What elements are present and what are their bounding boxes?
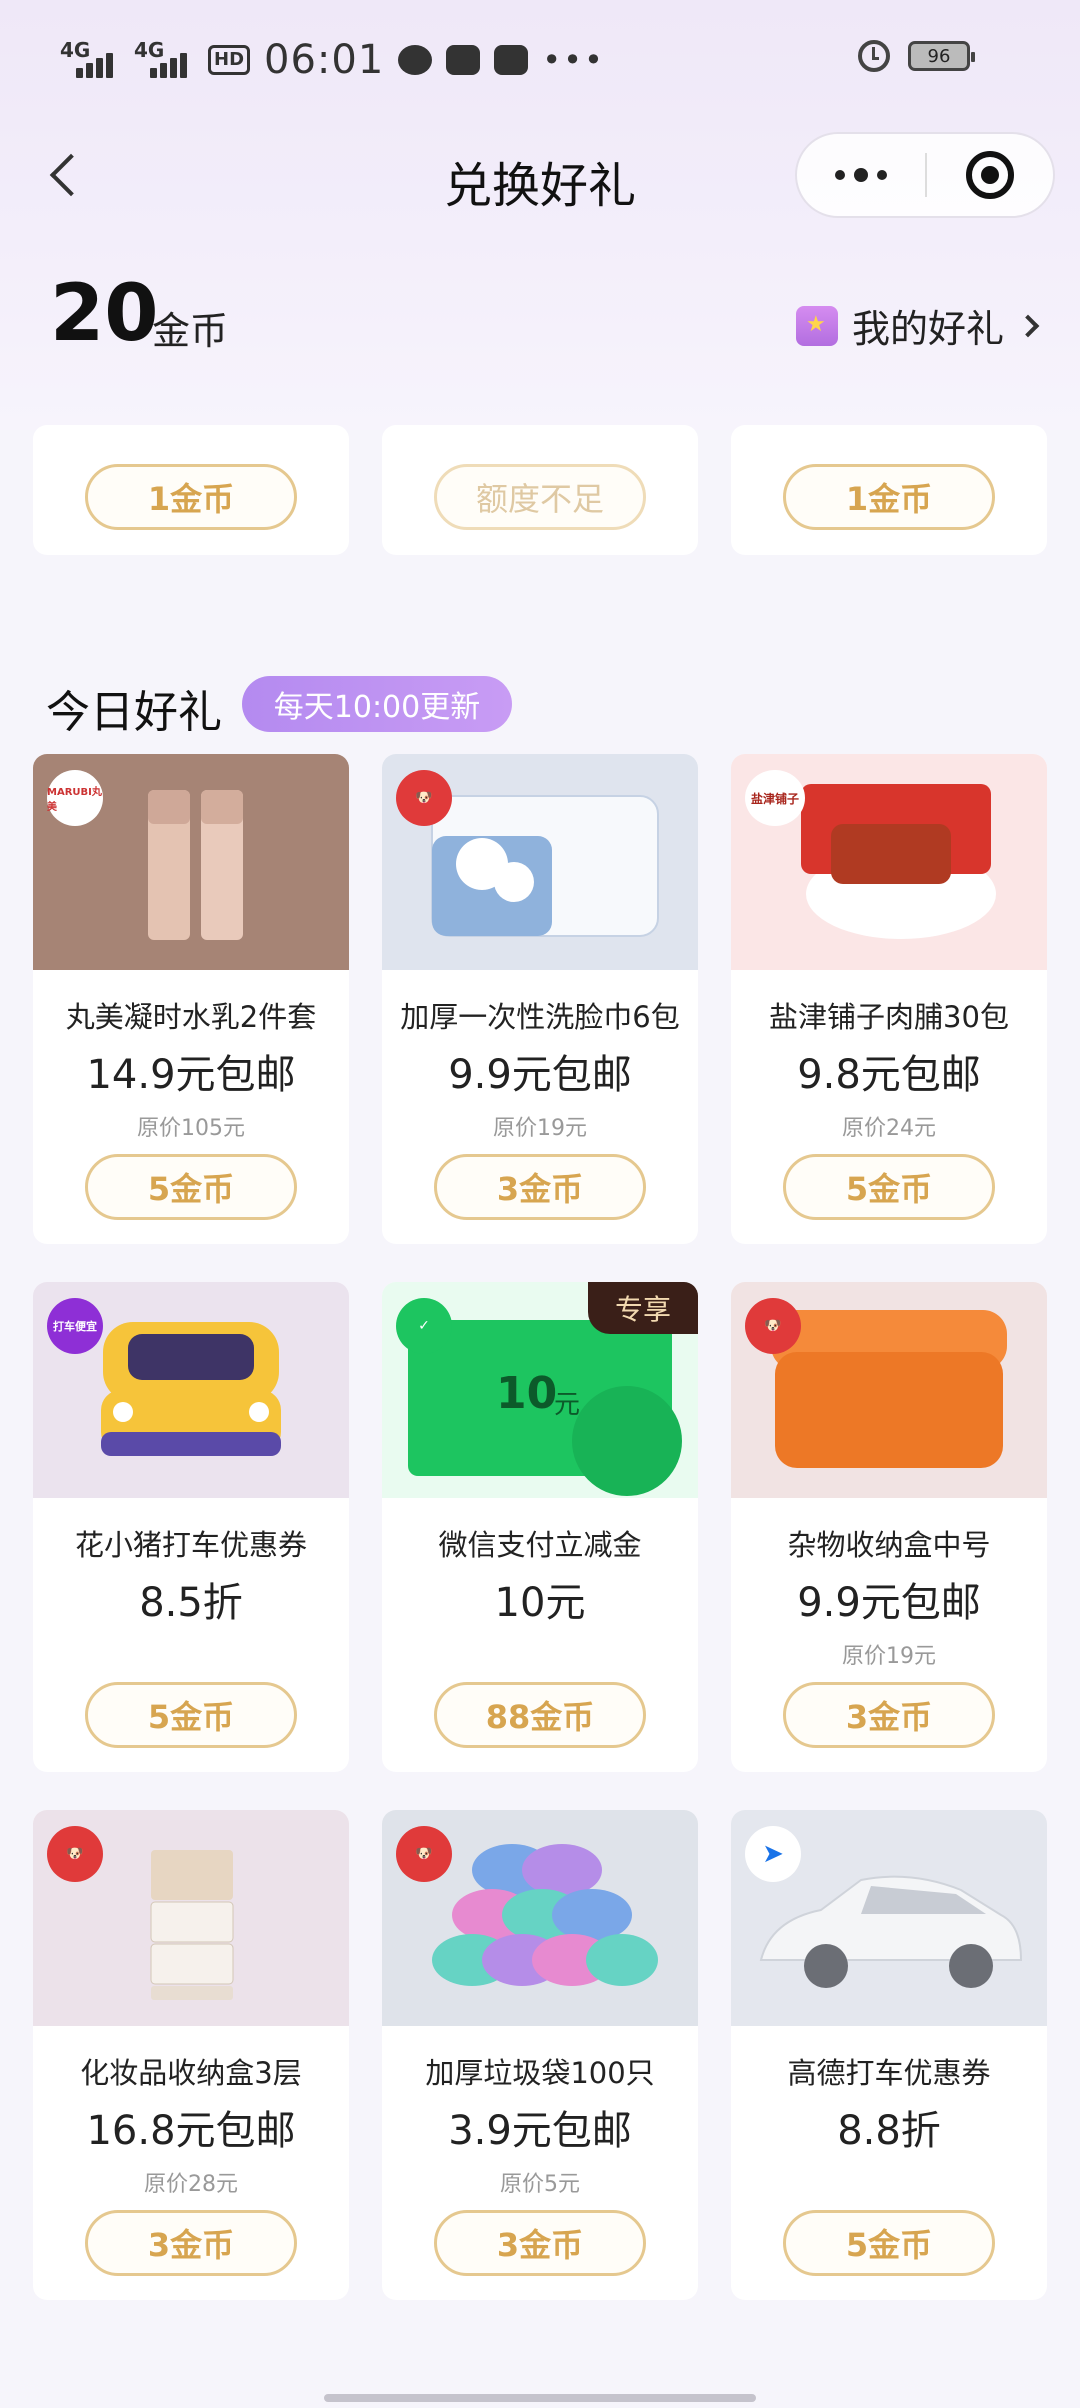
voucher-card: 10 元 (408, 1320, 682, 1496)
product-price: 8.5折 (139, 1580, 243, 1626)
redeem-button[interactable]: 3金币 (783, 1682, 995, 1748)
insufficient-quota-button[interactable]: 额度不足 (434, 464, 646, 530)
redeem-button[interactable]: 5金币 (85, 1682, 297, 1748)
voucher-amount: 10 (496, 1368, 558, 1419)
product-name: 盐津铺子肉脯30包 (769, 1000, 1009, 1034)
amap-logo-icon: ➤ (745, 1826, 801, 1882)
product-image: 🐶 (382, 1810, 698, 2026)
product-card[interactable]: ➤ 高德打车优惠券 8.8折 5金币 (731, 1810, 1047, 2300)
product-price: 10元 (494, 1580, 586, 1626)
redeem-button[interactable]: 5金币 (85, 1154, 297, 1220)
product-image: MARUBI丸美 (33, 754, 349, 970)
product-card[interactable]: 🐶 加厚一次性洗脸巾6包 9.9元包邮 原价19元 3金币 (382, 754, 698, 1244)
redeem-button[interactable]: 88金币 (434, 1682, 646, 1748)
coins-balance-row: 20 金币 我的好礼 (0, 270, 1080, 370)
check-mark-icon (572, 1386, 682, 1496)
product-name: 花小猪打车优惠券 (74, 1528, 307, 1562)
product-image: 盐津铺子 (731, 754, 1047, 970)
product-card[interactable]: MARUBI丸美 丸美凝时水乳2件套 14.9元包邮 原价105元 5金币 (33, 754, 349, 1244)
redeem-button[interactable]: 3金币 (434, 2210, 646, 2276)
target-icon (965, 151, 1014, 199)
product-card[interactable]: 🐶 化妆品收纳盒3层 16.8元包邮 原价28元 3金币 (33, 1810, 349, 2300)
product-card[interactable]: 打车便宜 花小猪打车优惠券 8.5折 5金币 (33, 1282, 349, 1772)
original-price: 原价105元 (137, 1116, 245, 1141)
original-price: 原价5元 (500, 2172, 580, 2197)
product-image: 🐶 (731, 1282, 1047, 1498)
app-notification-icon (494, 45, 529, 75)
product-card[interactable]: 🐶 加厚垃圾袋100只 3.9元包邮 原价5元 3金币 (382, 1810, 698, 2300)
gift-calendar-icon (795, 305, 838, 346)
redeem-button[interactable]: 1金币 (85, 464, 297, 530)
hd-icon: HD (208, 45, 251, 75)
battery-level: 96 (927, 45, 951, 67)
product-name: 微信支付立减金 (438, 1528, 642, 1562)
jd-logo-icon: 🐶 (396, 1826, 452, 1882)
update-time-badge: 每天10:00更新 (242, 676, 512, 732)
message-icon (398, 45, 433, 75)
nav-bar: 兑换好礼 (0, 120, 1080, 230)
partial-product-card: 1金币 (33, 425, 349, 555)
redeem-button[interactable]: 1金币 (783, 464, 995, 530)
product-image: 打车便宜 (33, 1282, 349, 1498)
alarm-icon (858, 40, 890, 72)
status-bar: 4G 4G HD 06:01 ••• 96 (0, 0, 1080, 120)
redeem-button[interactable]: 3金币 (85, 2210, 297, 2276)
product-price: 16.8元包邮 (86, 2108, 296, 2154)
coin-unit: 金币 (152, 309, 229, 353)
product-name: 加厚一次性洗脸巾6包 (400, 1000, 680, 1034)
jd-logo-icon: 🐶 (745, 1298, 801, 1354)
product-price: 8.8折 (837, 2108, 941, 2154)
exclusive-tag: 专享 (588, 1282, 698, 1334)
more-notifications-icon: ••• (542, 41, 605, 79)
original-price: 原价24元 (842, 1116, 936, 1141)
mini-program-capsule (795, 132, 1055, 218)
battery-icon: 96 (908, 41, 975, 71)
jd-logo-icon: 🐶 (47, 1826, 103, 1882)
product-image: ➤ (731, 1810, 1047, 2026)
signal-icon-2: 4G (134, 40, 194, 80)
product-name: 加厚垃圾袋100只 (425, 2056, 655, 2090)
product-price: 9.8元包邮 (797, 1052, 981, 1098)
section-title: 今日好礼 (46, 687, 222, 738)
product-card[interactable]: 🐶 杂物收纳盒中号 9.9元包邮 原价19元 3金币 (731, 1282, 1047, 1772)
coin-balance: 20 (50, 269, 159, 359)
original-price: 原价19元 (842, 1644, 936, 1669)
redeem-button[interactable]: 3金币 (434, 1154, 646, 1220)
brand-logo: MARUBI丸美 (47, 770, 103, 826)
product-image: 🐶 (382, 754, 698, 970)
partial-product-card: 额度不足 (382, 425, 698, 555)
close-mini-program-button[interactable] (927, 132, 1053, 218)
partial-product-card: 1金币 (731, 425, 1047, 555)
product-image: 🐶 (33, 1810, 349, 2026)
chevron-right-icon (1016, 314, 1040, 337)
original-price: 原价19元 (493, 1116, 587, 1141)
product-name: 高德打车优惠券 (787, 2056, 991, 2090)
clock: 06:01 (264, 37, 385, 83)
original-price: 原价28元 (144, 2172, 238, 2197)
my-gifts-link[interactable]: 我的好礼 (795, 298, 1040, 353)
product-card[interactable]: 10 元 ✓ 专享 微信支付立减金 10元 88金币 (382, 1282, 698, 1772)
voucher-unit: 元 (554, 1390, 581, 1420)
home-indicator[interactable] (324, 2394, 756, 2402)
my-gifts-label: 我的好礼 (851, 307, 1004, 351)
product-price: 3.9元包邮 (448, 2108, 632, 2154)
product-name: 丸美凝时水乳2件套 (65, 1000, 317, 1034)
product-price: 9.9元包邮 (448, 1052, 632, 1098)
product-image: 10 元 ✓ 专享 (382, 1282, 698, 1498)
huaxiaozhu-logo: 打车便宜 (47, 1298, 103, 1354)
more-button[interactable] (797, 132, 925, 218)
jd-logo-icon: 🐶 (396, 770, 452, 826)
wechat-pay-icon: ✓ (396, 1298, 452, 1354)
redeem-button[interactable]: 5金币 (783, 2210, 995, 2276)
video-icon (446, 45, 481, 75)
product-price: 14.9元包邮 (86, 1052, 296, 1098)
product-price: 9.9元包邮 (797, 1580, 981, 1626)
redeem-button[interactable]: 5金币 (783, 1154, 995, 1220)
signal-icon: 4G (60, 40, 120, 80)
product-name: 杂物收纳盒中号 (787, 1528, 991, 1562)
product-name: 化妆品收纳盒3层 (80, 2056, 302, 2090)
brand-logo: 盐津铺子 (745, 770, 805, 826)
product-card[interactable]: 盐津铺子 盐津铺子肉脯30包 9.8元包邮 原价24元 5金币 (731, 754, 1047, 1244)
